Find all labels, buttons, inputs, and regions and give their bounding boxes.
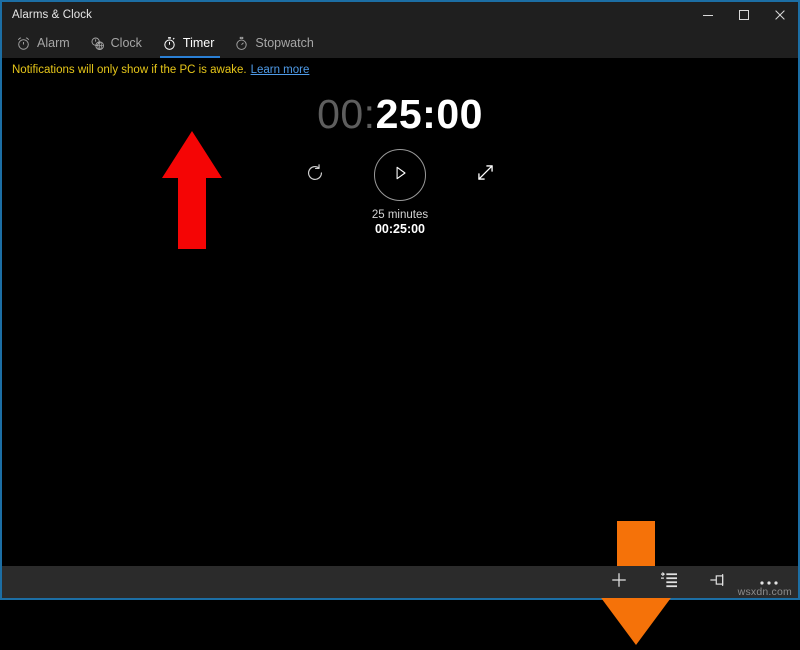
close-button[interactable] bbox=[762, 2, 798, 28]
tab-timer-label: Timer bbox=[183, 36, 214, 50]
play-icon bbox=[390, 163, 410, 188]
more-button[interactable] bbox=[744, 566, 794, 598]
reset-button[interactable] bbox=[300, 160, 330, 190]
window-controls bbox=[690, 2, 798, 28]
annotation-arrow-up-red bbox=[160, 131, 224, 254]
expand-all-button[interactable] bbox=[644, 566, 694, 598]
app-title: Alarms & Clock bbox=[2, 9, 92, 21]
timer-labels: 25 minutes 00:25:00 bbox=[372, 208, 428, 238]
command-bar: wsxdn.com bbox=[2, 566, 798, 598]
close-icon bbox=[774, 9, 786, 21]
tab-stopwatch[interactable]: Stopwatch bbox=[226, 28, 325, 58]
timer-stage: 00:25:00 bbox=[2, 81, 798, 566]
timer-icon bbox=[162, 36, 177, 51]
tab-alarm-label: Alarm bbox=[37, 36, 70, 50]
reset-icon bbox=[304, 162, 326, 189]
pin-button[interactable] bbox=[694, 566, 744, 598]
alarm-clock-icon bbox=[16, 36, 31, 51]
minimize-icon bbox=[702, 9, 714, 21]
start-timer-button[interactable] bbox=[374, 149, 426, 201]
timer-controls bbox=[300, 149, 500, 201]
world-clock-icon bbox=[90, 36, 105, 51]
notification-message: Notifications will only show if the PC i… bbox=[12, 64, 247, 76]
list-expand-icon bbox=[660, 572, 678, 593]
notification-bar: Notifications will only show if the PC i… bbox=[2, 58, 798, 81]
tab-clock-label: Clock bbox=[111, 36, 142, 50]
expand-icon bbox=[475, 162, 496, 188]
maximize-icon bbox=[738, 9, 750, 21]
plus-icon bbox=[610, 571, 628, 594]
add-timer-button[interactable] bbox=[594, 566, 644, 598]
tab-clock[interactable]: Clock bbox=[82, 28, 154, 58]
pin-icon bbox=[709, 571, 729, 594]
expand-timer-button[interactable] bbox=[470, 160, 500, 190]
tab-bar: Alarm Clock bbox=[2, 28, 798, 58]
tab-timer[interactable]: Timer bbox=[154, 28, 226, 58]
tab-stopwatch-label: Stopwatch bbox=[255, 36, 313, 50]
app-window: Alarms & Clock bbox=[0, 0, 800, 600]
stopwatch-icon bbox=[234, 36, 249, 51]
maximize-button[interactable] bbox=[726, 2, 762, 28]
timer-readout: 00:25:00 bbox=[317, 94, 483, 135]
ellipsis-icon bbox=[759, 573, 779, 591]
timer-readout-minutes-seconds: 25:00 bbox=[376, 91, 483, 137]
timer-duration: 00:25:00 bbox=[375, 222, 425, 238]
timer-card[interactable]: 00:25:00 bbox=[2, 81, 798, 238]
learn-more-link[interactable]: Learn more bbox=[251, 64, 310, 76]
title-bar: Alarms & Clock bbox=[2, 2, 798, 28]
tab-alarm[interactable]: Alarm bbox=[8, 28, 82, 58]
timer-name: 25 minutes bbox=[372, 208, 428, 222]
minimize-button[interactable] bbox=[690, 2, 726, 28]
timer-readout-hours: 00: bbox=[317, 91, 376, 137]
